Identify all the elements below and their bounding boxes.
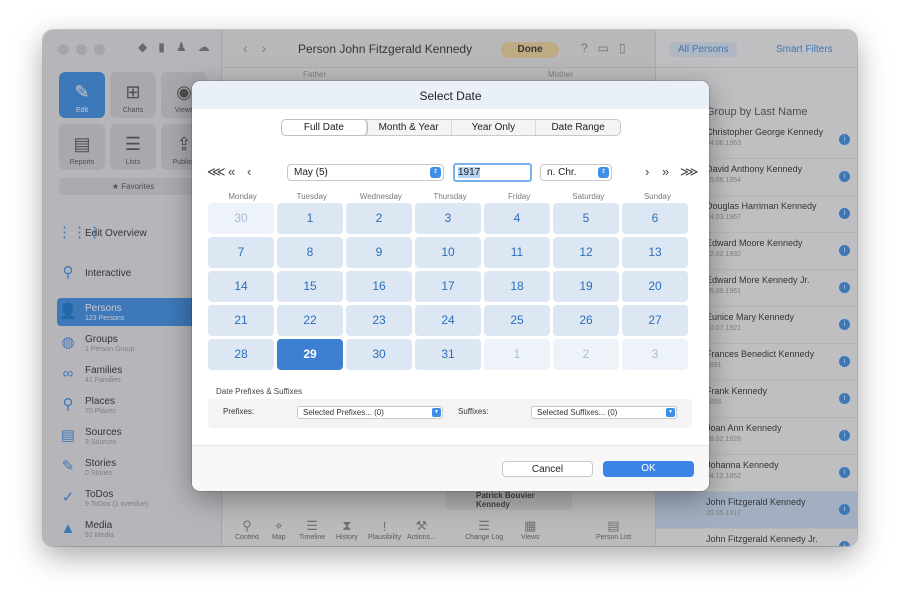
weekday-label: Saturday	[572, 192, 605, 201]
calendar-day[interactable]: 26	[553, 305, 619, 336]
chevron-updown-icon: ⇕	[430, 167, 441, 178]
calendar-day[interactable]: 3	[622, 339, 688, 370]
calendar-day[interactable]: 20	[622, 271, 688, 302]
year-value: 1917	[458, 167, 481, 178]
calendar-day[interactable]: 22	[277, 305, 343, 336]
month-select[interactable]: May (5) ⇕	[287, 164, 444, 181]
calendar-day[interactable]: 2	[553, 339, 619, 370]
prev-month-icon[interactable]: ‹	[247, 164, 251, 179]
next-year-icon[interactable]: »	[662, 164, 669, 179]
calendar-day[interactable]: 14	[208, 271, 274, 302]
weekday-label: Tuesday	[296, 192, 327, 201]
era-select[interactable]: n. Chr. ⇕	[540, 164, 612, 181]
calendar-day-selected[interactable]: 29	[277, 339, 343, 370]
prev-year-icon[interactable]: «	[228, 164, 235, 179]
next-month-icon[interactable]: ›	[645, 164, 649, 179]
suffixes-label: Suffixes:	[458, 407, 489, 416]
tab-date-range[interactable]: Date Range	[536, 120, 620, 135]
calendar-day[interactable]: 16	[346, 271, 412, 302]
chevron-down-icon: ▼	[666, 408, 675, 417]
calendar-day[interactable]: 27	[622, 305, 688, 336]
era-value: n. Chr.	[547, 167, 577, 178]
calendar-day[interactable]: 12	[553, 237, 619, 268]
calendar-day[interactable]: 18	[484, 271, 550, 302]
prev-century-icon[interactable]: ⋘	[207, 164, 226, 180]
calendar-day[interactable]: 10	[415, 237, 481, 268]
calendar-day[interactable]: 5	[553, 203, 619, 234]
prefixes-label: Prefixes:	[223, 407, 255, 416]
tab-year-only[interactable]: Year Only	[452, 120, 537, 135]
calendar-day[interactable]: 25	[484, 305, 550, 336]
weekday-label: Sunday	[643, 192, 671, 201]
weekday-label: Wednesday	[359, 192, 402, 201]
ok-button[interactable]: OK	[603, 461, 694, 477]
calendar-day[interactable]: 30	[208, 203, 274, 234]
weekday-label: Thursday	[433, 192, 467, 201]
dialog-title: Select Date	[192, 81, 709, 109]
calendar-day[interactable]: 17	[415, 271, 481, 302]
calendar-grid: 30 1 2 3 4 5 6 7 8 9 10 11 12 13 14 15 16 17 18 19 20 21 22 23 2…	[208, 203, 692, 370]
month-value: May (5)	[294, 167, 328, 178]
calendar-day[interactable]: 28	[208, 339, 274, 370]
calendar-day[interactable]: 15	[277, 271, 343, 302]
calendar-day[interactable]: 7	[208, 237, 274, 268]
next-century-icon[interactable]: ⋙	[680, 164, 699, 180]
prefixes-value: Selected Prefixes... (0)	[303, 408, 384, 417]
calendar-day[interactable]: 1	[484, 339, 550, 370]
calendar-day[interactable]: 8	[277, 237, 343, 268]
calendar-day[interactable]: 4	[484, 203, 550, 234]
select-date-dialog: Select Date Full Date Month & Year Year On…	[192, 81, 709, 491]
chevron-updown-icon: ⇕	[598, 167, 609, 178]
dialog-footer: Cancel OK	[192, 445, 709, 491]
weekday-header: Monday Tuesday Wednesday Thursday Friday Satu…	[208, 192, 692, 201]
year-input[interactable]: 1917	[453, 163, 532, 182]
tab-full-date[interactable]: Full Date	[282, 120, 367, 135]
calendar-day[interactable]: 9	[346, 237, 412, 268]
prefix-section-title: Date Prefixes & Suffixes	[216, 387, 303, 396]
calendar-day[interactable]: 3	[415, 203, 481, 234]
weekday-label: Friday	[508, 192, 531, 201]
calendar-day[interactable]: 11	[484, 237, 550, 268]
date-mode-segmented: Full Date Month & Year Year Only Date Range	[281, 119, 621, 136]
calendar-day[interactable]: 23	[346, 305, 412, 336]
calendar-day[interactable]: 30	[346, 339, 412, 370]
cancel-button[interactable]: Cancel	[502, 461, 593, 477]
prefix-suffix-box: Prefixes: Selected Prefixes... (0) ▼ Suf…	[208, 399, 692, 428]
calendar-day[interactable]: 1	[277, 203, 343, 234]
calendar-day[interactable]: 6	[622, 203, 688, 234]
suffixes-value: Selected Suffixes... (0)	[537, 408, 618, 417]
weekday-label: Monday	[228, 192, 257, 201]
calendar-day[interactable]: 21	[208, 305, 274, 336]
chevron-down-icon: ▼	[432, 408, 441, 417]
calendar-day[interactable]: 24	[415, 305, 481, 336]
prefixes-select[interactable]: Selected Prefixes... (0) ▼	[297, 406, 443, 419]
calendar-day[interactable]: 19	[553, 271, 619, 302]
calendar-day[interactable]: 31	[415, 339, 481, 370]
calendar-day[interactable]: 13	[622, 237, 688, 268]
calendar-day[interactable]: 2	[346, 203, 412, 234]
suffixes-select[interactable]: Selected Suffixes... (0) ▼	[531, 406, 677, 419]
tab-month-year[interactable]: Month & Year	[367, 120, 452, 135]
